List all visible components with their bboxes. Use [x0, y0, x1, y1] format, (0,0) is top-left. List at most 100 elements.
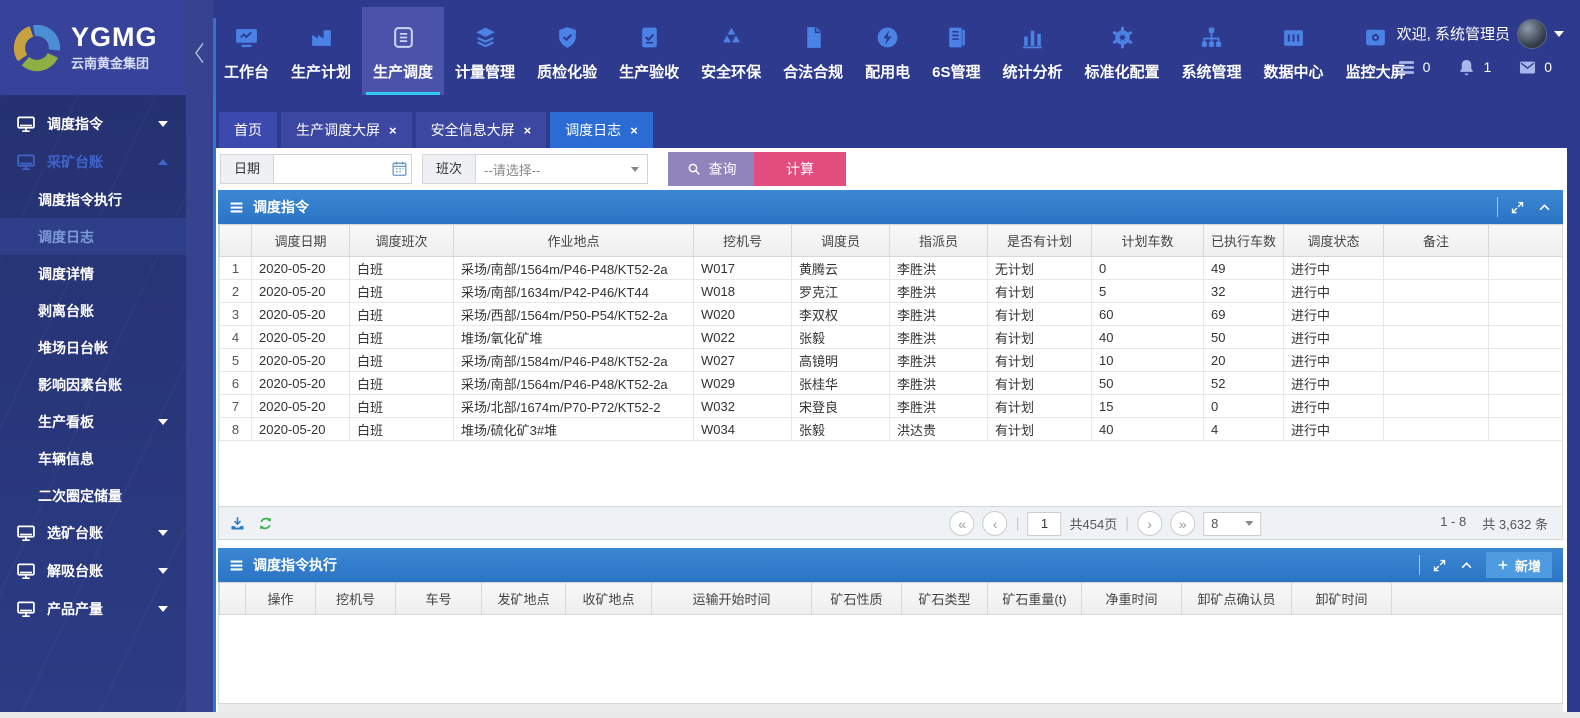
content-bottom-strip	[218, 704, 1563, 712]
main-content: 首页生产调度大屏×安全信息大屏×调度日志× 日期 班次 --请选择-- 查询	[216, 95, 1567, 712]
nav-item-data-center[interactable]: 数据中心	[1253, 7, 1335, 95]
table-cell	[1384, 372, 1489, 395]
prev-page-button[interactable]: ‹	[983, 511, 1008, 536]
building-icon	[1281, 25, 1306, 50]
table-cell: 张毅	[792, 418, 890, 441]
table-row[interactable]: 62020-05-20白班采场/南部/1564m/P46-P48/KT52-2a…	[220, 372, 1564, 395]
last-page-button[interactable]: »	[1170, 511, 1195, 536]
table-cell: 白班	[350, 280, 454, 303]
tab-label: 调度日志	[565, 120, 621, 140]
table-cell: 7	[220, 395, 252, 418]
sidebar-item-mining-ledger[interactable]: 采矿台账	[0, 143, 186, 181]
next-page-button[interactable]: ›	[1137, 511, 1162, 536]
avatar[interactable]	[1517, 19, 1547, 49]
sidebar-item-ore-dressing-ledger[interactable]: 选矿台账	[0, 514, 186, 552]
expand-panel-icon[interactable]	[1432, 558, 1447, 573]
nav-item-standard-config[interactable]: 标准化配置	[1074, 7, 1171, 95]
nav-item-power[interactable]: 配用电	[854, 7, 921, 95]
nav-item-label: 计量管理	[455, 61, 515, 82]
column-header	[1489, 225, 1564, 257]
table-cell: 6	[220, 372, 252, 395]
close-icon[interactable]: ×	[524, 124, 532, 137]
user-menu[interactable]: 欢迎, 系统管理员	[1397, 19, 1564, 49]
table-row[interactable]: 42020-05-20白班堆场/氧化矿堆W022张毅李胜洪有计划4050进行中	[220, 326, 1564, 349]
tab-safety-screen[interactable]: 安全信息大屏×	[416, 112, 547, 148]
tab-bar: 首页生产调度大屏×安全信息大屏× 调度日志 ×	[216, 95, 1567, 148]
table-cell	[1489, 326, 1564, 349]
monitor-icon	[16, 561, 36, 581]
table-cell	[1384, 326, 1489, 349]
nav-item-metering[interactable]: 计量管理	[444, 7, 526, 95]
nav-item-6s[interactable]: 6S管理	[921, 7, 991, 95]
table-cell: W027	[694, 349, 792, 372]
sidebar-item-dispatch-command[interactable]: 调度指令	[0, 105, 186, 143]
close-icon[interactable]: ×	[389, 124, 397, 137]
column-header: 收矿地点	[566, 583, 652, 615]
dispatch-execution-table: 操作挖机号车号发矿地点收矿地点运输开始时间矿石性质矿石类型矿石重量(t)净重时间…	[218, 582, 1563, 704]
table-cell: W020	[694, 303, 792, 326]
table-cell: 进行中	[1284, 280, 1384, 303]
add-button[interactable]: 新增	[1486, 552, 1552, 578]
expand-panel-icon[interactable]	[1510, 200, 1525, 215]
page-number-input[interactable]	[1028, 512, 1062, 536]
badge-notifications[interactable]: 1	[1457, 58, 1491, 77]
sidebar-item-yard-daily-ledger[interactable]: 堆场日台帐	[0, 329, 186, 366]
sidebar-item-vehicle-info[interactable]: 车辆信息	[0, 440, 186, 477]
column-header: 是否有计划	[988, 225, 1092, 257]
nav-item-production-plan[interactable]: 生产计划	[280, 7, 362, 95]
nav-item-compliance[interactable]: 合法合规	[772, 7, 854, 95]
table-cell: 采场/南部/1634m/P42-P46/KT44	[454, 280, 694, 303]
nav-item-system[interactable]: 系统管理	[1171, 7, 1253, 95]
badge-tasks[interactable]: 0	[1397, 58, 1431, 77]
table-cell	[1384, 418, 1489, 441]
table-cell: 宋登良	[792, 395, 890, 418]
badge-messages[interactable]: 0	[1518, 58, 1552, 77]
nav-item-quality[interactable]: 质检化验	[526, 7, 608, 95]
table-cell: 进行中	[1284, 257, 1384, 280]
chevron-left-icon[interactable]	[189, 38, 210, 68]
tab-home[interactable]: 首页	[219, 112, 277, 148]
search-button[interactable]: 查询	[668, 152, 754, 186]
tab-dispatch-log[interactable]: 调度日志 ×	[550, 112, 653, 148]
sidebar-item-secondary-reserve[interactable]: 二次圈定储量	[0, 477, 186, 514]
page-size-select[interactable]: 8	[1203, 512, 1261, 536]
collapse-panel-icon[interactable]	[1537, 200, 1552, 215]
table-row[interactable]: 12020-05-20白班采场/南部/1564m/P46-P48/KT52-2a…	[220, 257, 1564, 280]
nav-item-workbench[interactable]: 工作台	[213, 7, 280, 95]
calendar-icon[interactable]	[391, 160, 408, 177]
sidebar-item-product-output[interactable]: 产品产量	[0, 590, 186, 628]
table-cell: W032	[694, 395, 792, 418]
table-cell: 李胜洪	[890, 303, 988, 326]
sidebar-item-impact-factor-ledger[interactable]: 影响因素台账	[0, 366, 186, 403]
nav-item-acceptance[interactable]: 生产验收	[608, 7, 690, 95]
nav-item-label: 工作台	[224, 61, 269, 82]
sidebar-item-dispatch-detail[interactable]: 调度详情	[0, 255, 186, 292]
collapse-panel-icon[interactable]	[1459, 558, 1474, 573]
tab-dispatch-screen[interactable]: 生产调度大屏×	[281, 112, 412, 148]
shift-select[interactable]: --请选择--	[476, 154, 648, 184]
nav-item-label: 生产验收	[619, 61, 679, 82]
lightning-icon	[875, 25, 900, 50]
download-icon[interactable]	[229, 515, 246, 532]
nav-item-stats[interactable]: 统计分析	[992, 7, 1074, 95]
close-icon[interactable]: ×	[630, 124, 638, 137]
table-cell: 20	[1204, 349, 1284, 372]
column-header: 指派员	[890, 225, 988, 257]
refresh-icon[interactable]	[257, 515, 274, 532]
nav-item-production-dispatch[interactable]: 生产调度	[362, 7, 444, 95]
table-row[interactable]: 32020-05-20白班采场/西部/1564m/P50-P54/KT52-2a…	[220, 303, 1564, 326]
sidebar-item-stripping-ledger[interactable]: 剥离台账	[0, 292, 186, 329]
table-row[interactable]: 52020-05-20白班采场/南部/1584m/P46-P48/KT52-2a…	[220, 349, 1564, 372]
sidebar-item-desorption-ledger[interactable]: 解吸台账	[0, 552, 186, 590]
table-row[interactable]: 82020-05-20白班堆场/硫化矿3#堆W034张毅洪达贵有计划404进行中	[220, 418, 1564, 441]
sidebar-item-production-board[interactable]: 生产看板	[0, 403, 186, 440]
sidebar-item-dispatch-log[interactable]: 调度日志	[0, 218, 186, 255]
first-page-button[interactable]: «	[950, 511, 975, 536]
sidebar-item-dispatch-execution[interactable]: 调度指令执行	[0, 181, 186, 218]
sidebar-item-label: 调度指令	[47, 114, 103, 134]
table-row[interactable]: 72020-05-20白班采场/北部/1674m/P70-P72/KT52-2W…	[220, 395, 1564, 418]
table-row[interactable]: 22020-05-20白班采场/南部/1634m/P42-P46/KT44W01…	[220, 280, 1564, 303]
nav-item-safety-env[interactable]: 安全环保	[690, 7, 772, 95]
calculate-button[interactable]: 计算	[754, 152, 846, 186]
sidebar-collapse-gutter[interactable]	[186, 0, 213, 712]
